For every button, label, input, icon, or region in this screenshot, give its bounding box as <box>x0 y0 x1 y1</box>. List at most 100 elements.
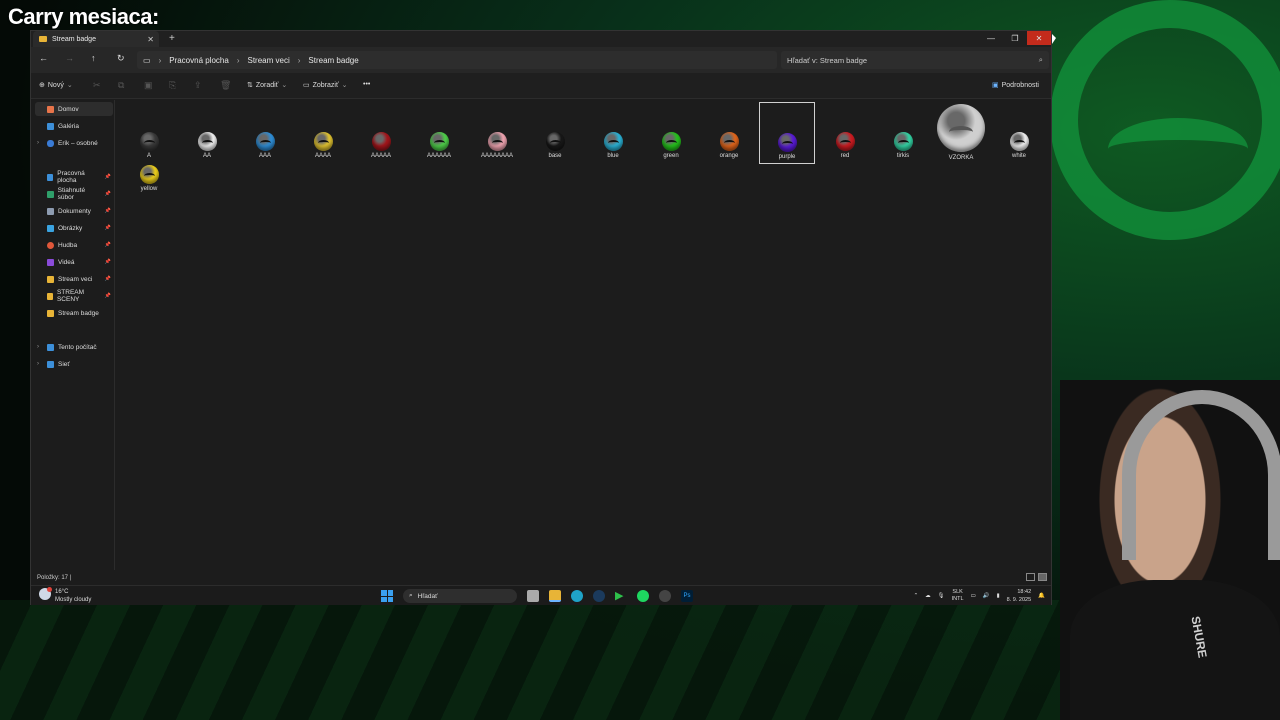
back-icon[interactable]: ← <box>39 53 48 63</box>
microphone-icon[interactable]: 🎙 <box>938 593 945 599</box>
sidebar-item-music[interactable]: Hudba 📌 <box>35 238 113 252</box>
sidebar-item-galeria[interactable]: Galéria <box>35 119 113 133</box>
start-button[interactable] <box>381 590 393 602</box>
copy-icon[interactable]: ⧉ <box>118 80 124 91</box>
file-item-tirkis[interactable]: tirkis <box>875 132 931 159</box>
item-count: Položky: 17 | <box>37 575 72 581</box>
taskbar-search-label: Hľadať <box>417 592 438 600</box>
close-tab-icon[interactable]: ✕ <box>147 35 154 44</box>
file-item-a[interactable]: A <box>121 132 177 159</box>
photoshop-icon[interactable]: Ps <box>681 590 693 602</box>
cut-icon[interactable]: ✂ <box>93 80 101 91</box>
sidebar-item-this-pc[interactable]: › Tento počítač <box>35 340 113 354</box>
sidebar-item-documents[interactable]: Dokumenty 📌 <box>35 204 113 218</box>
file-item-aaaaa[interactable]: AAAAA <box>353 132 409 159</box>
file-label: AAAAAAAA <box>480 153 513 159</box>
new-button[interactable]: ⊕ Nový ⌄ <box>39 81 73 90</box>
details-button[interactable]: ▣ Podrobnosti <box>992 81 1039 90</box>
maximize-icon[interactable]: ❐ <box>1003 31 1027 45</box>
tab-stream-badge[interactable]: Stream badge ✕ <box>33 31 159 47</box>
paste-icon[interactable]: ▣ <box>144 80 153 91</box>
file-item-purple[interactable]: purple <box>759 102 815 164</box>
file-label: AAAAAA <box>426 153 451 159</box>
file-item-aaaa[interactable]: AAAA <box>295 132 351 159</box>
file-item-aaa[interactable]: AAA <box>237 132 293 159</box>
chevron-right-icon[interactable]: › <box>37 140 39 146</box>
breadcrumb-item[interactable]: Stream veci <box>248 56 290 65</box>
search-input[interactable]: Hľadať v: Stream badge ⌕ <box>781 51 1049 69</box>
battery-icon[interactable]: ▮ <box>997 593 1000 599</box>
rename-icon[interactable]: ⎘ <box>169 80 176 91</box>
share-icon[interactable]: ⇪ <box>194 80 202 91</box>
chevron-down-icon: ⌄ <box>66 82 73 89</box>
sidebar-item-onedrive[interactable]: › Erik – osobné <box>35 136 113 150</box>
onedrive-icon[interactable]: ☁ <box>925 593 931 599</box>
file-item-white[interactable]: white <box>991 132 1047 159</box>
view-button[interactable]: ▭ Zobraziť ⌄ <box>303 81 347 90</box>
sidebar-item-desktop[interactable]: Pracovná plocha 📌 <box>35 170 113 184</box>
steam-icon[interactable] <box>593 590 605 602</box>
tiles-view-icon[interactable] <box>1038 573 1047 581</box>
file-explorer-icon[interactable] <box>549 590 561 602</box>
volume-icon[interactable]: 🔊 <box>983 593 990 599</box>
refresh-icon[interactable]: ↻ <box>117 53 125 64</box>
headset <box>1122 390 1280 560</box>
file-label: AAA <box>258 153 271 159</box>
address-bar[interactable]: ▭ › Pracovná plocha › Stream veci › Stre… <box>137 51 777 69</box>
details-view-icon[interactable] <box>1026 573 1035 581</box>
file-item-aaaaaaaa[interactable]: AAAAAAAA <box>469 132 525 159</box>
task-view-icon[interactable] <box>527 590 539 602</box>
notification-icon[interactable]: 🔔 <box>1038 593 1045 599</box>
home-icon <box>47 105 54 113</box>
sidebar-item-stream-sceny[interactable]: STREAM SCENY 📌 <box>35 289 113 303</box>
sidebar-item-network[interactable]: › Sieť <box>35 357 113 371</box>
file-item-green[interactable]: green <box>643 132 699 159</box>
weather-widget[interactable]: 16°C Mostly cloudy <box>39 587 91 604</box>
sidebar-item-stream-veci[interactable]: Stream veci 📌 <box>35 272 113 286</box>
network-icon[interactable]: ▭ <box>971 593 976 599</box>
breadcrumb-item[interactable]: Pracovná plocha <box>169 56 229 65</box>
search-icon[interactable]: ⌕ <box>1039 55 1043 65</box>
sidebar-item-stream-badge[interactable]: Stream badge <box>35 306 113 320</box>
file-list: A AA AAA AAAA AAAAA AAAAAA AAAAAAAA base blue gre… <box>117 100 1051 570</box>
sidebar-item-domov[interactable]: Domov <box>35 102 113 116</box>
sort-button[interactable]: ⇅ Zoradiť ⌄ <box>247 81 287 90</box>
file-item-base[interactable]: base <box>527 132 583 159</box>
spotify-icon[interactable] <box>637 590 649 602</box>
file-label: green <box>663 153 679 159</box>
file-item-yellow[interactable]: yellow <box>121 165 177 192</box>
view-toggle <box>1026 573 1047 581</box>
breadcrumb-item[interactable]: Stream badge <box>308 56 358 65</box>
chevron-right-icon[interactable]: › <box>37 361 39 367</box>
edge-icon[interactable] <box>571 590 583 602</box>
file-item-aa[interactable]: AA <box>179 132 235 159</box>
file-label: tirkis <box>896 153 910 159</box>
sidebar-item-videos[interactable]: Videá 📌 <box>35 255 113 269</box>
new-tab-icon[interactable]: + <box>169 33 175 44</box>
file-item-vzorka[interactable]: VZORKA <box>933 104 989 161</box>
delete-icon[interactable]: 🗑 <box>220 80 231 91</box>
file-item-aaaaaa[interactable]: AAAAAA <box>411 132 467 159</box>
close-window-icon[interactable]: ✕ <box>1027 31 1051 45</box>
sidebar-item-label: Erik – osobné <box>58 139 98 147</box>
badge-image-icon <box>545 132 565 151</box>
sidebar-item-downloads[interactable]: Stiahnuté súbor 📌 <box>35 187 113 201</box>
clock[interactable]: 18:42 8. 9. 2025 <box>1007 588 1031 604</box>
more-options-button[interactable]: ••• <box>363 81 370 88</box>
obs-icon[interactable] <box>659 590 671 602</box>
forward-icon[interactable]: → <box>65 53 74 63</box>
taskbar-search[interactable]: ⌕ Hľadať <box>403 589 517 603</box>
language-indicator[interactable]: SLK INTL <box>952 589 964 603</box>
file-item-orange[interactable]: orange <box>701 132 757 159</box>
chevron-up-icon[interactable]: ⌃ <box>914 593 919 599</box>
document-icon <box>47 207 54 215</box>
file-item-blue[interactable]: blue <box>585 132 641 159</box>
chevron-right-icon[interactable]: › <box>37 344 39 350</box>
up-icon[interactable]: ↑ <box>91 53 96 63</box>
weather-text: 16°C Mostly cloudy <box>55 588 91 604</box>
video-icon <box>47 258 54 266</box>
file-item-red[interactable]: red <box>817 132 873 159</box>
minimize-icon[interactable]: — <box>979 31 1003 45</box>
play-icon[interactable]: ▶ <box>615 590 627 602</box>
sidebar-item-pictures[interactable]: Obrázky 📌 <box>35 221 113 235</box>
